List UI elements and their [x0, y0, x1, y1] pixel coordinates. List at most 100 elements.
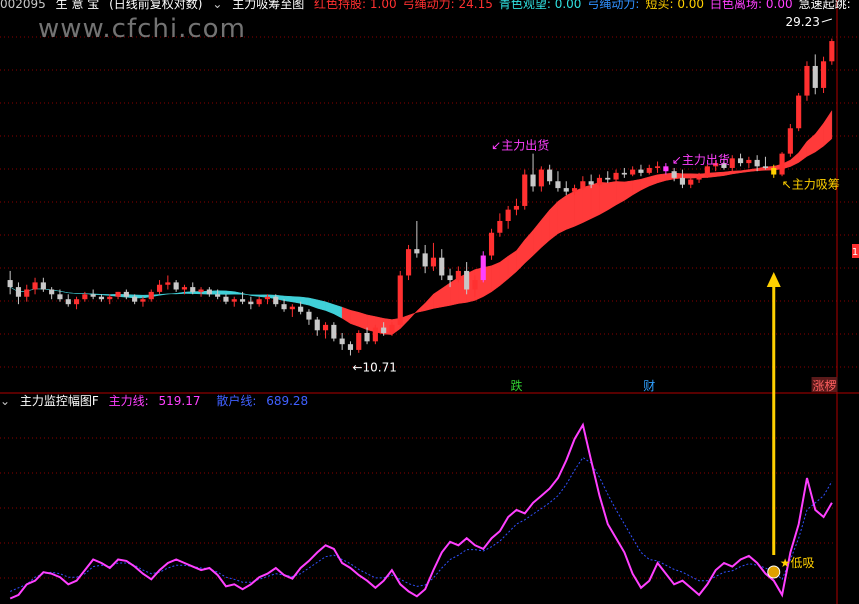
ribbon-segment — [408, 310, 418, 321]
candle-body — [746, 159, 752, 164]
candle — [787, 123, 793, 157]
candle — [804, 61, 810, 101]
ribbon-segment — [242, 293, 252, 296]
candle — [73, 296, 80, 310]
ribbon-segment — [507, 250, 517, 280]
candle-body — [273, 296, 279, 305]
candle-body — [796, 95, 802, 129]
candle — [580, 176, 586, 190]
ribbon-segment — [317, 299, 326, 311]
candle — [223, 294, 229, 305]
candle — [90, 289, 96, 300]
candle — [422, 244, 428, 274]
candle-body — [281, 304, 287, 310]
candle — [165, 275, 171, 290]
candle — [372, 324, 378, 345]
candle-body — [605, 177, 611, 180]
candle-body — [57, 294, 63, 300]
line2-label: 散户线: — [216, 394, 257, 408]
candle — [729, 155, 735, 172]
watermark: www.cfchi.com — [38, 14, 246, 44]
line2-value: 689.28 — [266, 394, 309, 408]
candle — [538, 166, 544, 192]
candle — [505, 205, 511, 229]
candle-body — [331, 324, 337, 339]
dropdown-icon[interactable]: ⌄ — [212, 0, 222, 11]
marker-zhangting: 涨椤 — [813, 378, 837, 393]
chevron-down-icon[interactable]: ⌄ — [0, 394, 10, 408]
candle-body — [663, 166, 669, 172]
candle-body — [596, 177, 603, 185]
ribbon-segment — [599, 182, 608, 216]
candle-body — [771, 167, 777, 175]
candle-body — [439, 257, 445, 276]
ribbon-segment — [333, 304, 343, 319]
candle-body — [646, 167, 652, 173]
candle-body — [364, 333, 370, 342]
candle — [812, 54, 818, 95]
sub-indicator-name[interactable]: 主力监控幅图F — [20, 394, 99, 408]
ribbon-segment — [823, 109, 833, 147]
price-mode[interactable]: (日线前复权对数) — [109, 0, 202, 11]
ribbon-segment — [566, 190, 575, 230]
chart-canvas: 29.23 ←10.71 ↙主力出货 ↙主力出货 ↖主力吸筹 1 跌 财 涨椤 ★低吸 — [0, 0, 859, 604]
ribbon-segment — [308, 297, 318, 309]
indicator-name[interactable]: 主力吸筹至图 — [232, 0, 304, 11]
candle — [65, 294, 71, 307]
ribbon-segment — [740, 169, 750, 173]
candle-body — [82, 294, 88, 300]
candle — [480, 251, 486, 283]
candle — [331, 322, 337, 342]
candle-body — [298, 306, 304, 312]
ribbon-segment — [250, 294, 260, 297]
ribbon-segment — [590, 181, 600, 219]
dixi-label: ★低吸 — [780, 556, 815, 570]
candle-body — [7, 280, 13, 288]
candle-body — [73, 299, 80, 305]
candle-body — [820, 61, 827, 88]
series-line-retail — [10, 456, 833, 592]
candle-body — [621, 172, 627, 175]
candle-body — [389, 324, 395, 334]
candle-body — [472, 280, 478, 290]
candle-body — [173, 282, 179, 290]
ribbon-segment — [798, 140, 808, 163]
xichou-label: ↖主力吸筹 — [782, 178, 840, 192]
candle — [115, 291, 121, 300]
candle — [488, 228, 495, 260]
candle — [663, 163, 669, 175]
candle-body — [115, 291, 121, 297]
marker-die: 跌 — [510, 378, 522, 393]
chart-header: 002095 生 意 宝 (日线前复权对数) ⌄ 主力吸筹至图 红色持股: 1.… — [0, 0, 859, 12]
candle-body — [480, 255, 486, 281]
ribbon-segment — [175, 291, 185, 295]
ribbon-segment — [184, 291, 193, 294]
stock-name[interactable]: 生 意 宝 — [56, 0, 100, 11]
candle — [596, 174, 603, 187]
candle-body — [98, 296, 105, 300]
header-item-5: 白色离场: 0.00 — [710, 0, 793, 11]
ribbon-segment — [582, 184, 592, 224]
stock-code[interactable]: 002095 — [0, 0, 46, 11]
ribbon-segment — [101, 294, 110, 296]
candle-body — [264, 296, 271, 300]
header-item-3: 弓绳动力: — [587, 0, 640, 11]
ribbon-segment — [806, 133, 816, 157]
candle — [140, 296, 146, 307]
ribbon-segment — [416, 302, 426, 313]
candle — [779, 152, 785, 177]
candle-body — [555, 181, 561, 189]
candle — [414, 220, 420, 258]
candle-body — [206, 289, 212, 295]
ribbon-segment — [715, 171, 725, 177]
candle-body — [107, 296, 113, 300]
candle-body — [140, 299, 146, 302]
ribbon-segment — [549, 200, 559, 241]
sub-chart-lines — [9, 422, 833, 600]
ribbon-segment — [225, 290, 235, 295]
candle — [820, 56, 827, 94]
candle — [555, 171, 561, 192]
candle-body — [630, 169, 636, 175]
candle — [829, 38, 835, 65]
candle — [123, 289, 129, 300]
